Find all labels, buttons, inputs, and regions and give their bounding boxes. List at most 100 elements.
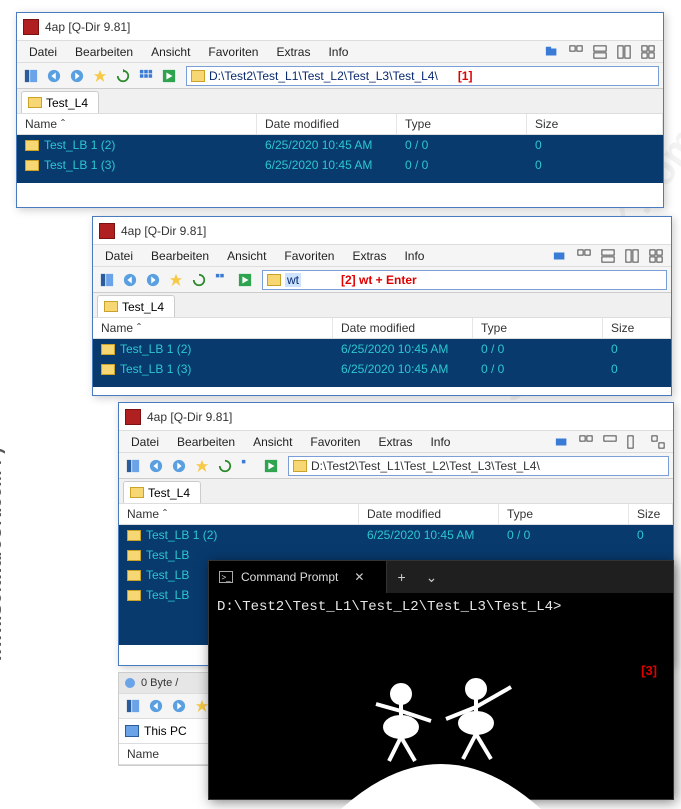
back-icon[interactable]	[44, 66, 64, 86]
address-bar[interactable]: wt [2] wt + Enter	[262, 270, 667, 290]
layout-2-icon[interactable]	[591, 44, 609, 60]
titlebar[interactable]: 4ap [Q-Dir 9.81]	[119, 403, 673, 431]
menu-info[interactable]: Info	[396, 247, 432, 265]
menu-bearbeiten[interactable]: Bearbeiten	[67, 43, 141, 61]
back-icon[interactable]	[146, 456, 166, 476]
menu-extras[interactable]: Extras	[344, 247, 394, 265]
col-size[interactable]: Size	[527, 114, 663, 134]
favorites-icon[interactable]	[192, 456, 212, 476]
tree-icon[interactable]	[123, 696, 143, 716]
col-date[interactable]: Date modified	[257, 114, 397, 134]
refresh-icon[interactable]	[113, 66, 133, 86]
toolbar: D:\Test2\Test_L1\Test_L2\Test_L3\Test_L4…	[119, 453, 673, 479]
layout-3-icon[interactable]	[623, 248, 641, 264]
refresh-icon[interactable]	[189, 270, 209, 290]
view-mode-icon[interactable]	[136, 66, 156, 86]
col-date[interactable]: Date modified	[333, 318, 473, 338]
table-row[interactable]: Test_LB 1 (2) 6/25/2020 10:45 AM 0 / 0 0	[119, 525, 673, 545]
terminal-body[interactable]: D:\Test2\Test_L1\Test_L2\Test_L3\Test_L4…	[209, 593, 673, 799]
col-name[interactable]: Name ˆ	[119, 504, 359, 524]
table-row[interactable]: Test_LB 1 (3) 6/25/2020 10:45 AM 0 / 0 0	[17, 155, 663, 175]
menu-info[interactable]: Info	[422, 433, 458, 451]
layout-4-icon[interactable]	[639, 44, 657, 60]
go-icon[interactable]	[261, 456, 281, 476]
tree-icon[interactable]	[21, 66, 41, 86]
folder-options-icon[interactable]	[553, 434, 571, 450]
table-row[interactable]: Test_LB 1 (2) 6/25/2020 10:45 AM 0 / 0 0	[93, 339, 671, 359]
tree-icon[interactable]	[97, 270, 117, 290]
view-mode-icon[interactable]	[212, 270, 232, 290]
go-icon[interactable]	[235, 270, 255, 290]
tab-dropdown-icon[interactable]: ⌄	[416, 569, 448, 586]
tab-test-l4[interactable]: Test_L4	[123, 481, 201, 503]
menu-info[interactable]: Info	[320, 43, 356, 61]
folder-icon	[127, 530, 141, 541]
refresh-icon[interactable]	[215, 456, 235, 476]
layout-4-icon[interactable]	[647, 248, 665, 264]
back-icon[interactable]	[146, 696, 166, 716]
layout-4-icon[interactable]	[649, 434, 667, 450]
menu-bearbeiten[interactable]: Bearbeiten	[143, 247, 217, 265]
menu-datei[interactable]: Datei	[97, 247, 141, 265]
col-name[interactable]: Name ˆ	[93, 318, 333, 338]
menu-extras[interactable]: Extras	[370, 433, 420, 451]
layout-1-icon[interactable]	[577, 434, 595, 450]
app-icon	[125, 409, 141, 425]
command-prompt-window: >_ Command Prompt ✕ + ⌄ D:\Test2\Test_L1…	[208, 560, 674, 800]
menu-ansicht[interactable]: Ansicht	[143, 43, 198, 61]
titlebar[interactable]: 4ap [Q-Dir 9.81]	[93, 217, 671, 245]
forward-icon[interactable]	[143, 270, 163, 290]
col-size[interactable]: Size	[629, 504, 673, 524]
forward-icon[interactable]	[67, 66, 87, 86]
folder-icon	[104, 301, 118, 312]
watermark-side: www.SoftwareOK.com :-)	[0, 448, 6, 662]
address-text: D:\Test2\Test_L1\Test_L2\Test_L3\Test_L4…	[209, 69, 438, 83]
folder-options-icon[interactable]	[551, 248, 569, 264]
back-icon[interactable]	[120, 270, 140, 290]
go-icon[interactable]	[159, 66, 179, 86]
col-type[interactable]: Type	[499, 504, 629, 524]
terminal-titlebar[interactable]: >_ Command Prompt ✕ + ⌄	[209, 561, 673, 593]
tree-icon[interactable]	[123, 456, 143, 476]
menu-favoriten[interactable]: Favoriten	[276, 247, 342, 265]
terminal-tab[interactable]: >_ Command Prompt ✕	[209, 561, 387, 593]
layout-1-icon[interactable]	[575, 248, 593, 264]
favorites-icon[interactable]	[90, 66, 110, 86]
folder-options-icon[interactable]	[543, 44, 561, 60]
forward-icon[interactable]	[169, 456, 189, 476]
menu-favoriten[interactable]: Favoriten	[200, 43, 266, 61]
view-mode-icon[interactable]	[238, 456, 258, 476]
titlebar[interactable]: 4ap [Q-Dir 9.81]	[17, 13, 663, 41]
menu-ansicht[interactable]: Ansicht	[245, 433, 300, 451]
layout-1-icon[interactable]	[567, 44, 585, 60]
layout-2-icon[interactable]	[599, 248, 617, 264]
tab-label: Test_L4	[148, 486, 190, 500]
address-text: wt	[285, 273, 301, 287]
folder-icon	[101, 364, 115, 375]
table-row[interactable]: Test_LB 1 (2) 6/25/2020 10:45 AM 0 / 0 0	[17, 135, 663, 155]
layout-3-icon[interactable]	[625, 434, 643, 450]
table-row[interactable]: Test_LB 1 (3) 6/25/2020 10:45 AM 0 / 0 0	[93, 359, 671, 379]
col-type[interactable]: Type	[397, 114, 527, 134]
menu-datei[interactable]: Datei	[21, 43, 65, 61]
col-size[interactable]: Size	[603, 318, 671, 338]
menu-favoriten[interactable]: Favoriten	[302, 433, 368, 451]
address-bar[interactable]: D:\Test2\Test_L1\Test_L2\Test_L3\Test_L4…	[288, 456, 669, 476]
col-name[interactable]: Name ˆ	[17, 114, 257, 134]
new-tab-button[interactable]: +	[387, 569, 415, 585]
favorites-icon[interactable]	[166, 270, 186, 290]
col-type[interactable]: Type	[473, 318, 603, 338]
layout-3-icon[interactable]	[615, 44, 633, 60]
layout-2-icon[interactable]	[601, 434, 619, 450]
tab-test-l4[interactable]: Test_L4	[21, 91, 99, 113]
menu-datei[interactable]: Datei	[123, 433, 167, 451]
menu-ansicht[interactable]: Ansicht	[219, 247, 274, 265]
address-bar[interactable]: D:\Test2\Test_L1\Test_L2\Test_L3\Test_L4…	[186, 66, 659, 86]
col-date[interactable]: Date modified	[359, 504, 499, 524]
tab-test-l4[interactable]: Test_L4	[97, 295, 175, 317]
close-tab-icon[interactable]: ✕	[346, 570, 372, 584]
folder-icon	[28, 97, 42, 108]
menu-extras[interactable]: Extras	[268, 43, 318, 61]
forward-icon[interactable]	[169, 696, 189, 716]
menu-bearbeiten[interactable]: Bearbeiten	[169, 433, 243, 451]
